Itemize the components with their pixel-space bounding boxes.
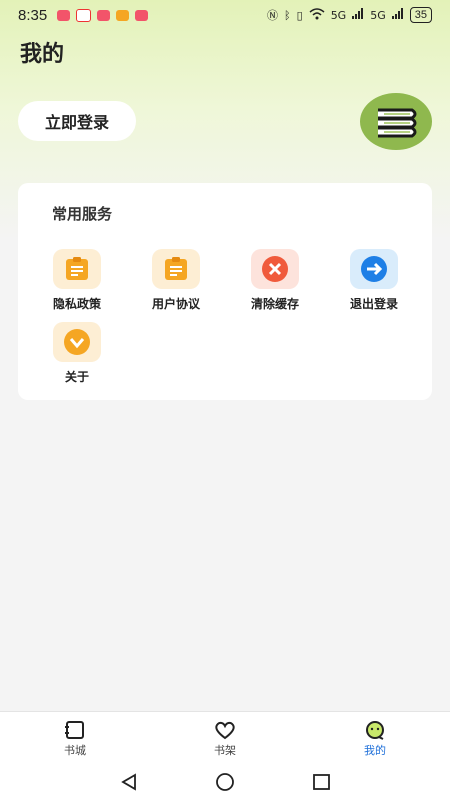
vibrate-icon: ▯ (296, 8, 303, 22)
clipboard-icon (152, 249, 200, 289)
tab-mine-label: 我的 (364, 744, 386, 757)
status-time: 8:35 (18, 6, 48, 24)
clear-cache-button[interactable]: 清除缓存 (235, 249, 315, 329)
smile-face-icon (366, 721, 384, 740)
heart-icon (215, 721, 235, 740)
app-notification-icon (76, 8, 92, 22)
signal-icon (352, 8, 364, 22)
battery-indicator: 35 (409, 7, 432, 23)
home-icon[interactable] (213, 770, 237, 794)
status-bar: 8:35 Ⓝ ᛒ ▯ 5G 5G 35 (0, 0, 450, 30)
signal-label: 5G (330, 8, 347, 22)
tab-bookshelf-label: 书架 (214, 744, 236, 757)
recent-apps-icon[interactable] (309, 770, 333, 794)
about-label: 关于 (64, 370, 89, 384)
signal-label: 5G (370, 8, 386, 22)
clear-cache-label: 清除缓存 (250, 297, 299, 311)
privacy-policy-button[interactable]: 隐私政策 (37, 249, 117, 329)
privacy-policy-label: 隐私政策 (52, 297, 101, 311)
arrow-right-circle-icon (350, 249, 398, 289)
mail-notification-icon (57, 9, 71, 21)
bluetooth-icon: ᛒ (284, 8, 291, 22)
services-title: 常用服务 (52, 205, 113, 223)
tab-bookshelf[interactable]: 书架 (150, 712, 300, 764)
close-circle-icon (251, 249, 299, 289)
login-button[interactable]: 立即登录 (18, 101, 136, 141)
user-agreement-button[interactable]: 用户协议 (136, 249, 216, 329)
services-card: 常用服务 隐私政策 用户协议 清除缓存 退出登录 关于 (18, 183, 432, 400)
signal-icon (391, 8, 404, 22)
page-title: 我的 (20, 42, 65, 67)
video-notification-icon (116, 9, 130, 21)
mail-notification-icon (135, 9, 149, 21)
book-icon (65, 721, 84, 739)
tab-mine[interactable]: 我的 (300, 712, 450, 764)
clipboard-icon (53, 249, 101, 289)
user-agreement-label: 用户协议 (151, 297, 200, 311)
logout-label: 退出登录 (349, 297, 398, 311)
book-stack-icon (378, 108, 417, 137)
bottom-tab-bar: 书城 书架 我的 (0, 711, 450, 764)
chevron-down-circle-icon (53, 322, 101, 362)
mail-notification-icon (97, 9, 111, 21)
avatar[interactable] (360, 93, 432, 150)
back-icon[interactable] (117, 770, 141, 794)
about-button[interactable]: 关于 (37, 322, 117, 402)
nfc-icon: Ⓝ (267, 9, 279, 22)
logout-button[interactable]: 退出登录 (334, 249, 414, 329)
tab-bookstore[interactable]: 书城 (0, 712, 150, 764)
tab-bookstore-label: 书城 (64, 744, 86, 757)
system-navigation-bar (0, 763, 450, 800)
wifi-icon (309, 7, 325, 23)
